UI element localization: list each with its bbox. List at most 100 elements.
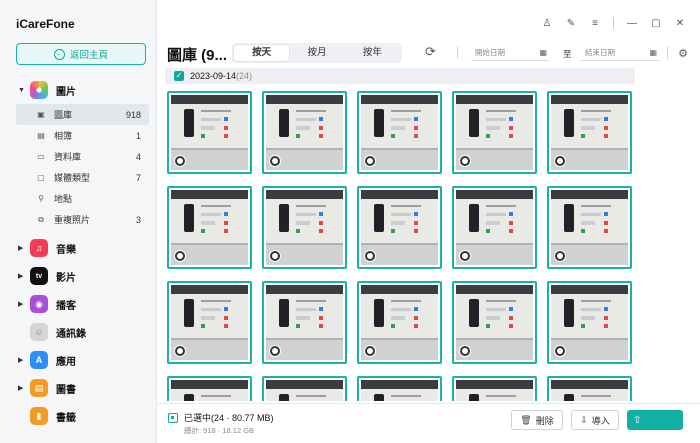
live-photo-icon	[555, 346, 565, 356]
photo-thumbnail[interactable]	[357, 376, 442, 401]
sidebar-category-books[interactable]: ▶ ▤ 圖書	[0, 374, 157, 402]
photo-thumbnail[interactable]	[452, 186, 537, 269]
live-photo-icon	[175, 156, 185, 166]
sidebar-category-photos[interactable]: ▼ 圖片	[0, 76, 157, 104]
photo-thumbnail[interactable]	[357, 91, 442, 174]
sidebar-category-videos[interactable]: ▶ tv 影片	[0, 262, 157, 290]
calendar-icon[interactable]: ▦	[539, 48, 547, 57]
podcasts-app-icon: ◉	[30, 295, 48, 313]
photo-thumbnail[interactable]	[357, 281, 442, 364]
sidebar-category-label: 書籤	[56, 412, 76, 424]
group-date: 2023-09-14	[190, 71, 237, 81]
view-mode-tabs: 按天 按月 按年	[232, 43, 402, 63]
photo-thumbnail[interactable]	[547, 281, 632, 364]
sidebar-item-albums[interactable]: ▤ 相簿 1	[0, 125, 157, 146]
selection-info[interactable]: 已選中(24 · 80.77 MB)	[168, 411, 274, 424]
photo-thumbnail[interactable]	[547, 186, 632, 269]
sidebar-category-label: 圖片	[56, 86, 76, 98]
back-to-home-label: 返回主頁	[69, 50, 108, 61]
back-to-home-button[interactable]: ← 返回主頁	[16, 43, 146, 65]
photo-preview	[551, 380, 628, 401]
photo-grid	[167, 91, 637, 401]
sidebar-item-label: 地點	[54, 194, 73, 204]
photo-thumbnail[interactable]	[452, 91, 537, 174]
folder-icon: ▭	[37, 152, 45, 161]
end-date-placeholder: 結束日期	[585, 47, 615, 57]
menu-icon[interactable]: ≡	[589, 17, 601, 29]
sidebar-category-apps[interactable]: ▶ A 應用	[0, 346, 157, 374]
title-bar: ♙ ✎ ≡ — ▢ ✕	[157, 0, 700, 40]
photo-thumbnail[interactable]	[167, 281, 252, 364]
album-icon: ▤	[37, 131, 45, 140]
settings-gear-icon[interactable]: ⚙	[678, 47, 688, 60]
import-button[interactable]: ⇩ 導入	[571, 410, 619, 430]
total-summary: 總計: 918 · 18.12 GB	[184, 426, 255, 435]
start-date-field[interactable]: 開始日期 ▦	[471, 44, 549, 61]
photo-thumbnail[interactable]	[262, 281, 347, 364]
photo-thumbnail[interactable]	[452, 281, 537, 364]
photo-thumbnail[interactable]	[452, 376, 537, 401]
photo-thumbnail[interactable]	[262, 91, 347, 174]
import-icon: ⇩	[580, 414, 588, 425]
live-photo-icon	[365, 251, 375, 261]
close-icon[interactable]: ✕	[674, 17, 686, 29]
sidebar-item-label: 重複照片	[54, 215, 91, 225]
sidebar-category-contacts[interactable]: ☺ 通訊錄	[0, 318, 157, 346]
user-icon[interactable]: ♙	[541, 17, 553, 29]
photo-thumbnail[interactable]	[262, 186, 347, 269]
photo-thumbnail[interactable]	[547, 376, 632, 401]
maximize-icon[interactable]: ▢	[650, 17, 662, 29]
live-photo-icon	[555, 156, 565, 166]
photos-app-icon	[30, 81, 48, 99]
sidebar-item-media-types[interactable]: ▢ 媒體類型 7	[0, 167, 157, 188]
sidebar-category-music[interactable]: ▶ ♫ 音樂	[0, 234, 157, 262]
group-select-checkbox[interactable]: ✓	[174, 71, 184, 81]
sidebar-item-label: 相簿	[54, 131, 73, 141]
tab-by-year[interactable]: 按年	[345, 45, 400, 61]
delete-button[interactable]: 🗑 刪除	[511, 410, 563, 430]
photo-thumbnail[interactable]	[547, 91, 632, 174]
sidebar: iCareFone ← 返回主頁 ▼ 圖片 ▣ 圖庫 918 ▤ 相簿 1 ▭	[0, 0, 157, 443]
date-group-header[interactable]: ✓ 2023-09-14 (24)	[165, 68, 635, 84]
photo-thumbnail[interactable]	[167, 376, 252, 401]
sidebar-item-database[interactable]: ▭ 資料庫 4	[0, 146, 157, 167]
sidebar-item-library[interactable]: ▣ 圖庫 918	[16, 104, 149, 125]
sidebar-category-podcasts[interactable]: ▶ ◉ 播客	[0, 290, 157, 318]
sidebar-category-label: 影片	[56, 272, 76, 284]
sidebar-category-label: 應用	[56, 356, 76, 368]
minimize-icon[interactable]: —	[626, 17, 638, 29]
divider	[667, 46, 668, 59]
sidebar-nav: ▼ 圖片 ▣ 圖庫 918 ▤ 相簿 1 ▭ 資料庫 4 ▢ 媒體類型 7 ⚲ …	[0, 76, 157, 430]
sidebar-category-label: 音樂	[56, 244, 76, 256]
date-range-to-label: 至	[563, 49, 572, 59]
sidebar-category-label: 播客	[56, 300, 76, 312]
sidebar-category-bookmarks[interactable]: ▮ 書籤	[0, 402, 157, 430]
photo-thumbnail[interactable]	[167, 186, 252, 269]
tv-app-icon: tv	[30, 267, 48, 285]
live-photo-icon	[365, 346, 375, 356]
sidebar-item-duplicates[interactable]: ⧉ 重複照片 3	[0, 209, 157, 230]
refresh-icon[interactable]: ⟳	[425, 45, 439, 59]
live-photo-icon	[460, 156, 470, 166]
calendar-icon[interactable]: ▦	[649, 48, 657, 57]
photo-thumbnail[interactable]	[357, 186, 442, 269]
tab-by-day[interactable]: 按天	[234, 45, 290, 61]
expand-right-icon: ▶	[18, 245, 24, 252]
export-icon: ⇧	[633, 414, 642, 426]
select-all-checkbox[interactable]	[168, 412, 178, 423]
live-photo-icon	[175, 346, 185, 356]
live-photo-icon	[270, 251, 280, 261]
live-photo-icon	[460, 251, 470, 261]
photo-preview	[456, 380, 533, 401]
duplicate-icon: ⧉	[38, 214, 44, 224]
photo-preview	[171, 380, 248, 401]
tab-by-month[interactable]: 按月	[289, 45, 344, 61]
photo-thumbnail[interactable]	[167, 91, 252, 174]
feedback-edit-icon[interactable]: ✎	[565, 17, 577, 29]
export-button[interactable]: ⇧	[627, 410, 683, 430]
photo-thumbnail[interactable]	[262, 376, 347, 401]
media-type-icon: ▢	[37, 173, 45, 182]
end-date-field[interactable]: 結束日期 ▦	[581, 44, 659, 61]
back-arrow-icon: ←	[53, 48, 65, 60]
sidebar-item-places[interactable]: ⚲ 地點	[0, 188, 157, 209]
